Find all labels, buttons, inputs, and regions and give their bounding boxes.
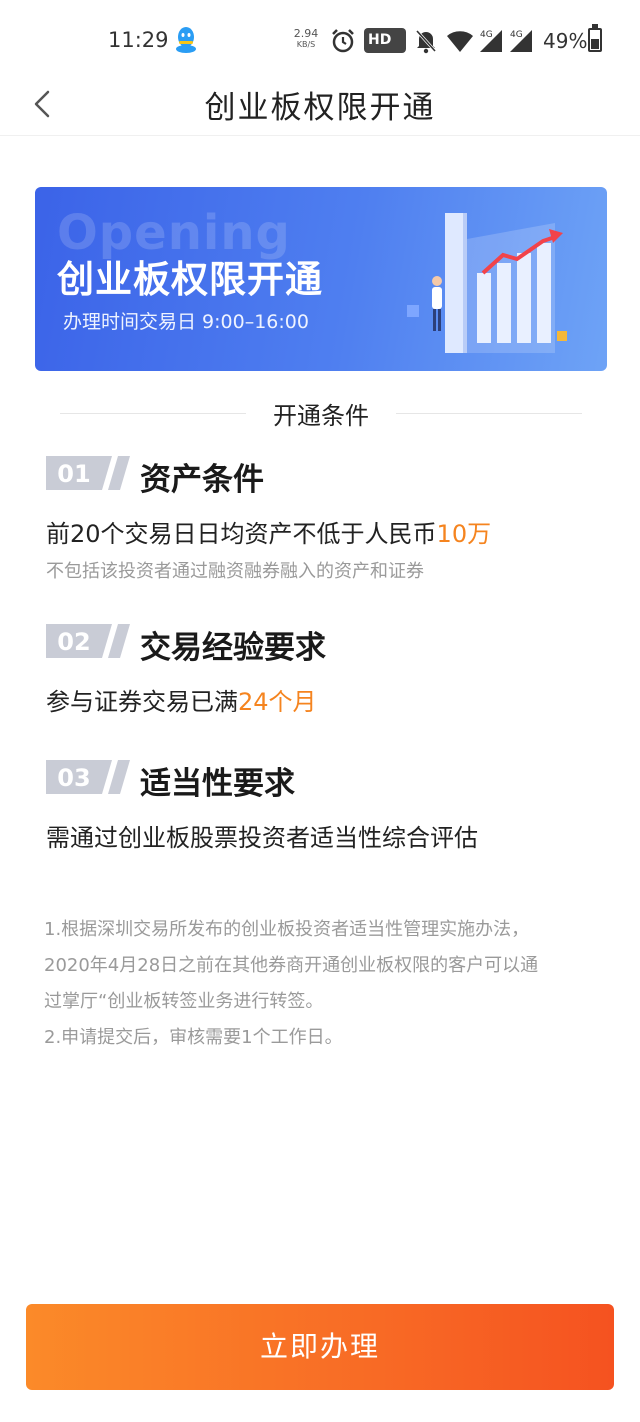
condition-requirement: 需通过创业板股票投资者适当性综合评估 <box>46 824 478 852</box>
condition-number-badge: 01 <box>46 456 130 490</box>
banner-subtitle: 办理时间交易日 9:00–16:00 <box>63 311 309 333</box>
promo-banner: Opening 创业板权限开通 办理时间交易日 9:00–16:00 <box>35 187 607 371</box>
status-time: 11:29 <box>108 28 169 52</box>
battery-percent: 49% <box>543 29 588 53</box>
condition-requirement: 参与证券交易已满24个月 <box>46 688 317 716</box>
note-line: 1.根据深圳交易所发布的创业板投资者适当性管理实施办法， <box>44 919 530 940</box>
banner-title: 创业板权限开通 <box>57 258 323 301</box>
mute-bell-icon <box>415 29 437 54</box>
section-divider: 开通条件 <box>60 396 582 430</box>
condition-requirement: 前20个交易日日均资产不低于人民币10万 <box>46 520 492 548</box>
condition-number-badge: 02 <box>46 624 130 658</box>
note-line: 过掌厅“创业板转签业务进行转签。 <box>44 991 324 1012</box>
svg-text:4G: 4G <box>480 30 493 40</box>
signal-icon: 4G <box>510 30 532 52</box>
note-line: 2.申请提交后，审核需要1个工作日。 <box>44 1027 343 1048</box>
alarm-icon <box>332 29 354 53</box>
network-speed: 2.94 KB/S <box>293 27 319 49</box>
apply-now-button[interactable]: 立即办理 <box>26 1304 614 1390</box>
battery-icon <box>588 24 602 52</box>
condition-title: 适当性要求 <box>140 766 295 802</box>
condition-title: 交易经验要求 <box>140 630 326 666</box>
status-bar: 11:29 2.94 KB/S HD 4G 4G 49% <box>0 0 640 80</box>
notes-block: 1.根据深圳交易所发布的创业板投资者适当性管理实施办法， 2020年4月28日之… <box>44 912 604 1056</box>
page-title: 创业板权限开通 <box>204 90 436 126</box>
svg-text:03: 03 <box>57 764 90 792</box>
note-line: 2020年4月28日之前在其他券商开通创业板权限的客户可以通 <box>44 955 539 976</box>
svg-text:02: 02 <box>57 628 90 656</box>
wifi-icon <box>447 31 473 52</box>
condition-note: 不包括该投资者通过融资融券融入的资产和证券 <box>46 561 424 582</box>
signal-icon: 4G <box>480 30 502 52</box>
condition-number-badge: 03 <box>46 760 130 794</box>
svg-text:01: 01 <box>57 460 90 488</box>
growth-chart-illustration <box>407 213 567 353</box>
qq-icon <box>176 27 196 53</box>
hd-icon: HD <box>364 28 406 53</box>
nav-bar: 创业板权限开通 <box>0 80 640 136</box>
condition-title: 资产条件 <box>140 462 264 498</box>
svg-text:4G: 4G <box>510 30 523 40</box>
